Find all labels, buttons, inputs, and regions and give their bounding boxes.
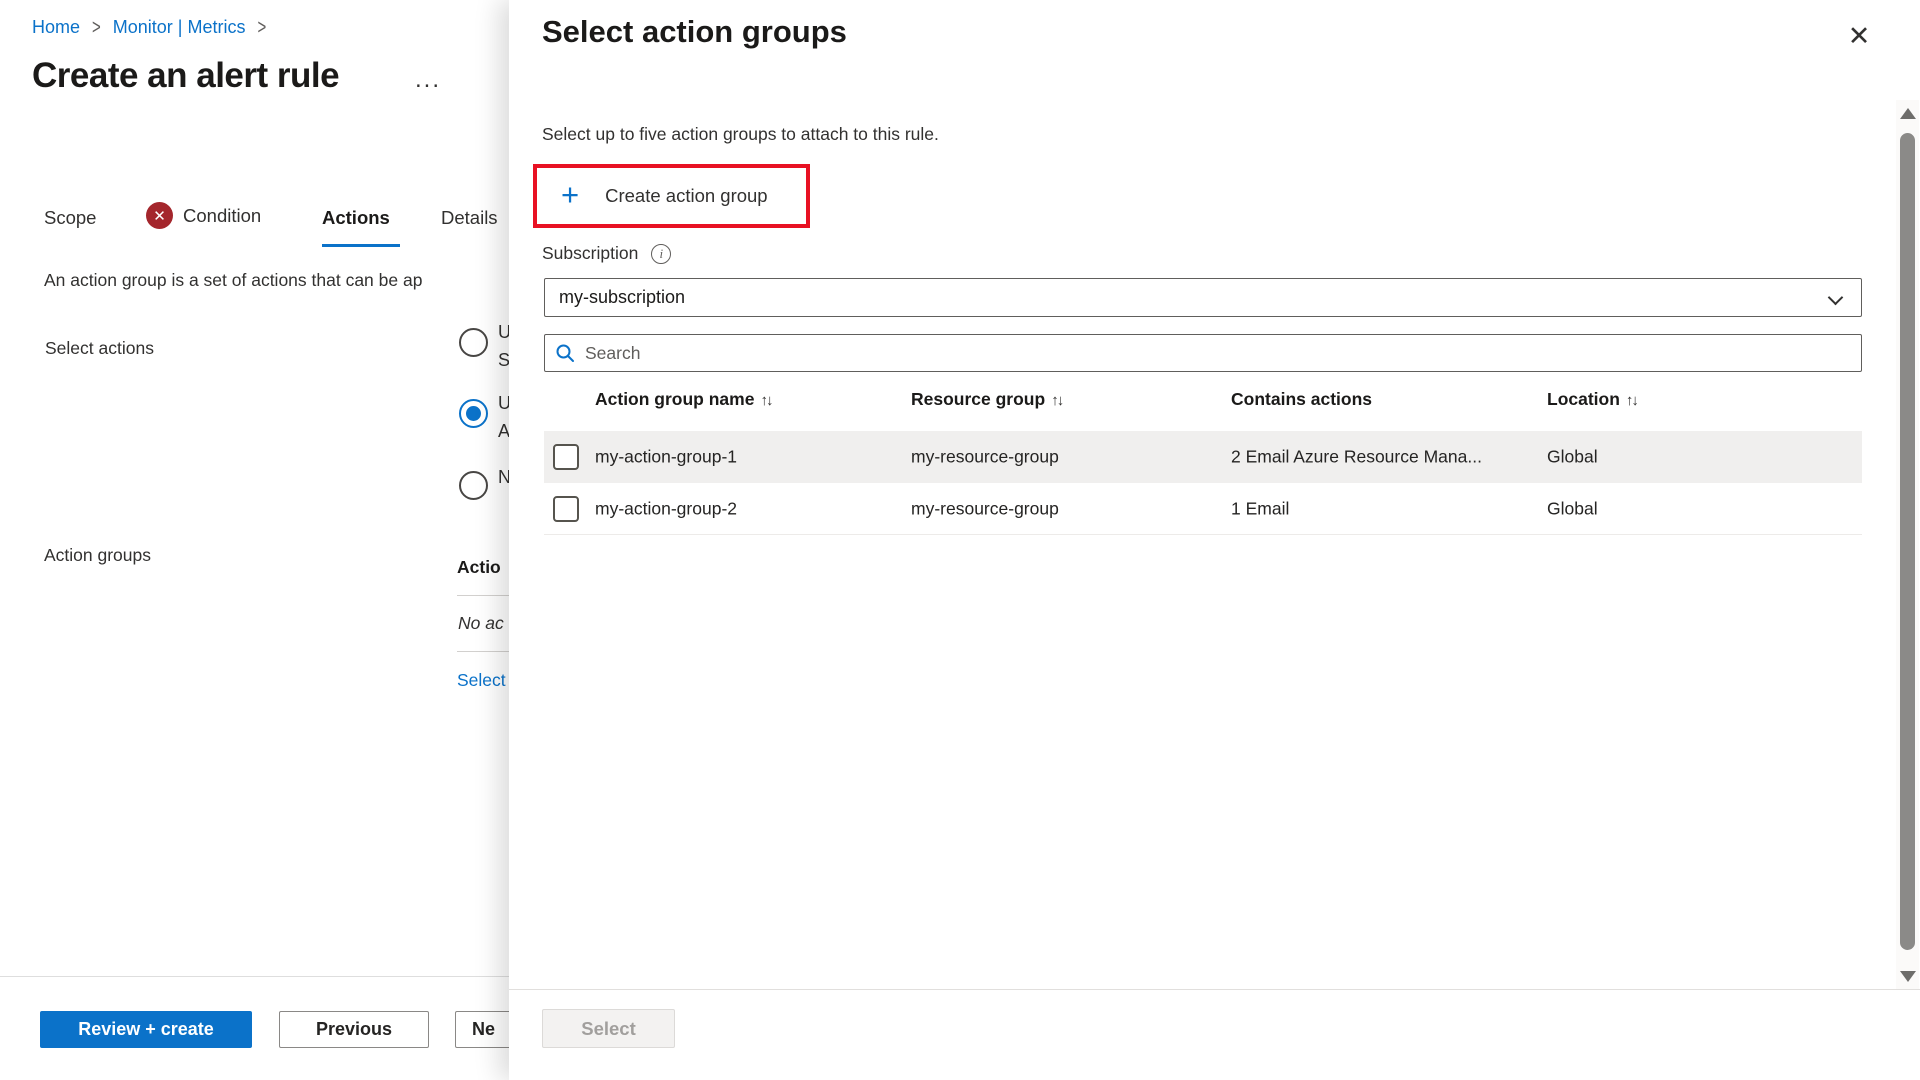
plus-icon: + — [561, 179, 579, 210]
tab-details[interactable]: Details — [441, 207, 498, 229]
cell-location: Global — [1547, 447, 1598, 468]
scrollbar[interactable] — [1896, 100, 1919, 990]
cell-location: Global — [1547, 498, 1598, 519]
create-action-group-label: Create action group — [605, 185, 768, 207]
cell-action-group-name: my-action-group-1 — [595, 447, 737, 468]
scroll-down-icon[interactable] — [1900, 971, 1916, 982]
tab-scope[interactable]: Scope — [44, 207, 96, 229]
sort-icon: ↑↓ — [760, 392, 771, 409]
column-header-action-group-name[interactable]: Action group name↑↓ — [595, 389, 771, 410]
close-button[interactable]: ✕ — [1839, 16, 1879, 56]
error-icon: ✕ — [146, 202, 173, 229]
breadcrumb-link-monitor-metrics[interactable]: Monitor | Metrics — [113, 17, 246, 38]
breadcrumb-link-home[interactable]: Home — [32, 17, 80, 38]
actions-tab-description: An action group is a set of actions that… — [44, 270, 422, 291]
sort-icon: ↑↓ — [1051, 392, 1062, 409]
sort-icon: ↑↓ — [1626, 392, 1637, 409]
radio-option-2-selected[interactable] — [459, 399, 488, 428]
active-tab-underline — [322, 244, 400, 247]
select-actions-label: Select actions — [45, 338, 154, 359]
tab-condition[interactable]: ✕ Condition — [146, 202, 261, 229]
select-button-disabled[interactable]: Select — [542, 1009, 675, 1048]
cell-contains-actions: 1 Email — [1231, 498, 1289, 519]
action-groups-empty-text: No ac — [458, 613, 504, 634]
cell-action-group-name: my-action-group-2 — [595, 498, 737, 519]
panel-footer-divider — [509, 989, 1920, 990]
action-groups-label: Action groups — [44, 545, 151, 566]
scrollbar-thumb[interactable] — [1900, 133, 1915, 950]
chevron-right-icon: > — [92, 16, 101, 40]
tab-actions[interactable]: Actions — [322, 207, 390, 229]
chevron-right-icon: > — [257, 16, 266, 40]
chevron-down-icon — [1828, 290, 1844, 306]
search-icon — [555, 343, 575, 363]
review-create-button[interactable]: Review + create — [40, 1011, 252, 1048]
radio-option-1[interactable] — [459, 328, 488, 357]
row-checkbox[interactable] — [553, 496, 579, 522]
panel-title: Select action groups — [542, 14, 847, 50]
breadcrumb: Home > Monitor | Metrics > — [32, 17, 266, 38]
radio-option-3[interactable] — [459, 471, 488, 500]
subscription-field-label: Subscription i — [542, 243, 671, 264]
table-row[interactable]: my-action-group-2 my-resource-group 1 Em… — [544, 483, 1862, 535]
select-action-groups-link[interactable]: Select — [457, 670, 506, 691]
action-groups-table-header: Actio — [457, 557, 501, 578]
subscription-label: Subscription — [542, 243, 638, 264]
create-action-group-button[interactable]: + Create action group — [533, 164, 810, 228]
subscription-dropdown[interactable]: my-subscription — [544, 278, 1862, 317]
more-options-button[interactable]: ... — [415, 66, 441, 94]
search-input[interactable] — [585, 343, 1851, 364]
info-icon[interactable]: i — [651, 244, 671, 264]
azure-portal-page: Home > Monitor | Metrics > Create an ale… — [0, 0, 1920, 1080]
cell-resource-group: my-resource-group — [911, 447, 1059, 468]
cell-resource-group: my-resource-group — [911, 498, 1059, 519]
close-icon: ✕ — [1848, 21, 1871, 52]
scroll-up-icon[interactable] — [1900, 108, 1916, 119]
column-header-location[interactable]: Location↑↓ — [1547, 389, 1637, 410]
select-action-groups-panel: Select action groups ✕ Select up to five… — [509, 0, 1920, 1080]
subscription-dropdown-value: my-subscription — [559, 287, 685, 308]
previous-button[interactable]: Previous — [279, 1011, 429, 1048]
tab-condition-label: Condition — [183, 205, 261, 227]
panel-subtitle: Select up to five action groups to attac… — [542, 124, 939, 145]
row-checkbox[interactable] — [553, 444, 579, 470]
table-row[interactable]: my-action-group-1 my-resource-group 2 Em… — [544, 431, 1862, 483]
column-header-contains-actions: Contains actions — [1231, 389, 1372, 410]
page-title: Create an alert rule — [32, 56, 339, 96]
column-header-resource-group[interactable]: Resource group↑↓ — [911, 389, 1062, 410]
table-header-row: Action group name↑↓ Resource group↑↓ Con… — [544, 381, 1862, 425]
cell-contains-actions: 2 Email Azure Resource Mana... — [1231, 447, 1482, 468]
search-box — [544, 334, 1862, 372]
